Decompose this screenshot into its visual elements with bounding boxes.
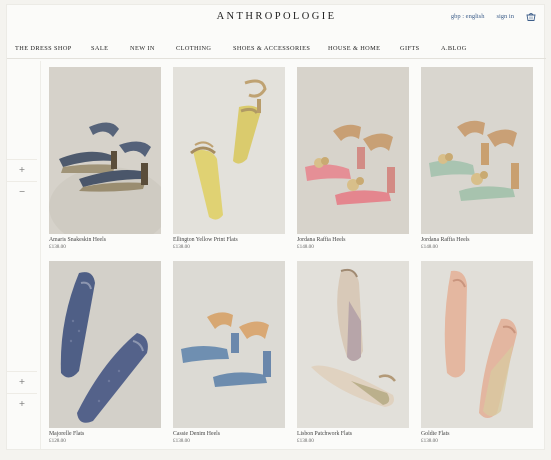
product-price: £138.00: [49, 244, 66, 250]
product-image[interactable]: [49, 67, 161, 234]
product-name[interactable]: Ellington Yellow Print Flats: [173, 237, 285, 243]
collapse-button[interactable]: −: [7, 181, 37, 201]
product-image[interactable]: [173, 67, 285, 234]
product-image[interactable]: [173, 261, 285, 428]
product-name[interactable]: Jordana Raffia Heels: [421, 237, 533, 243]
expand-button[interactable]: +: [7, 393, 37, 413]
product-price: £128.00: [49, 438, 66, 444]
expand-button[interactable]: +: [7, 159, 37, 179]
product-card[interactable]: Majorelle Flats £128.00: [49, 261, 161, 444]
nav-item-new-in[interactable]: NEW IN: [130, 45, 155, 52]
product-card[interactable]: Amaris Snakeskin Heels £138.00: [49, 67, 161, 250]
product-price: £138.00: [173, 244, 190, 250]
nav-item-gifts[interactable]: GIFTS: [400, 45, 420, 52]
sign-in-link[interactable]: sign in: [496, 13, 514, 20]
product-name[interactable]: Majorelle Flats: [49, 431, 161, 437]
product-price: £148.00: [297, 244, 314, 250]
product-card[interactable]: Cassie Denim Heels £138.00: [173, 261, 285, 444]
product-image[interactable]: [421, 261, 533, 428]
product-name[interactable]: Amaris Snakeskin Heels: [49, 237, 161, 243]
product-card[interactable]: Ellington Yellow Print Flats £138.00: [173, 67, 285, 250]
product-price: £148.00: [421, 244, 438, 250]
page: ANTHROPOLOGIE gbp : english sign in THE …: [6, 4, 546, 450]
product-image[interactable]: [297, 67, 409, 234]
nav-item-blog[interactable]: A.BLOG: [441, 45, 467, 52]
product-image[interactable]: [49, 261, 161, 428]
product-image[interactable]: [421, 67, 533, 234]
nav-item-dress-shop[interactable]: THE DRESS SHOP: [15, 45, 72, 52]
nav-item-shoes-accessories[interactable]: SHOES & ACCESSORIES: [233, 45, 310, 52]
product-price: £138.00: [297, 438, 314, 444]
product-card[interactable]: Jordana Raffia Heels £148.00: [297, 67, 409, 250]
side-controls: + − + +: [7, 61, 41, 449]
header: ANTHROPOLOGIE gbp : english sign in: [7, 5, 546, 37]
locale-selector[interactable]: gbp : english: [451, 13, 485, 20]
product-name[interactable]: Lisbon Patchwork Flats: [297, 431, 409, 437]
main-nav: THE DRESS SHOP SALE NEW IN CLOTHING SHOE…: [7, 39, 546, 59]
nav-item-sale[interactable]: SALE: [91, 45, 108, 52]
header-utilities: gbp : english sign in: [451, 12, 536, 21]
product-name[interactable]: Jordana Raffia Heels: [297, 237, 409, 243]
product-card[interactable]: Lisbon Patchwork Flats £138.00: [297, 261, 409, 444]
basket-icon[interactable]: [526, 12, 536, 21]
expand-button[interactable]: +: [7, 371, 37, 391]
product-name[interactable]: Goldie Flats: [421, 431, 533, 437]
product-price: £138.00: [421, 438, 438, 444]
product-card[interactable]: Goldie Flats £138.00: [421, 261, 533, 444]
product-image[interactable]: [297, 261, 409, 428]
product-card[interactable]: Jordana Raffia Heels £148.00: [421, 67, 533, 250]
nav-item-clothing[interactable]: CLOTHING: [176, 45, 211, 52]
product-name[interactable]: Cassie Denim Heels: [173, 431, 285, 437]
product-price: £138.00: [173, 438, 190, 444]
nav-item-house-home[interactable]: HOUSE & HOME: [328, 45, 380, 52]
